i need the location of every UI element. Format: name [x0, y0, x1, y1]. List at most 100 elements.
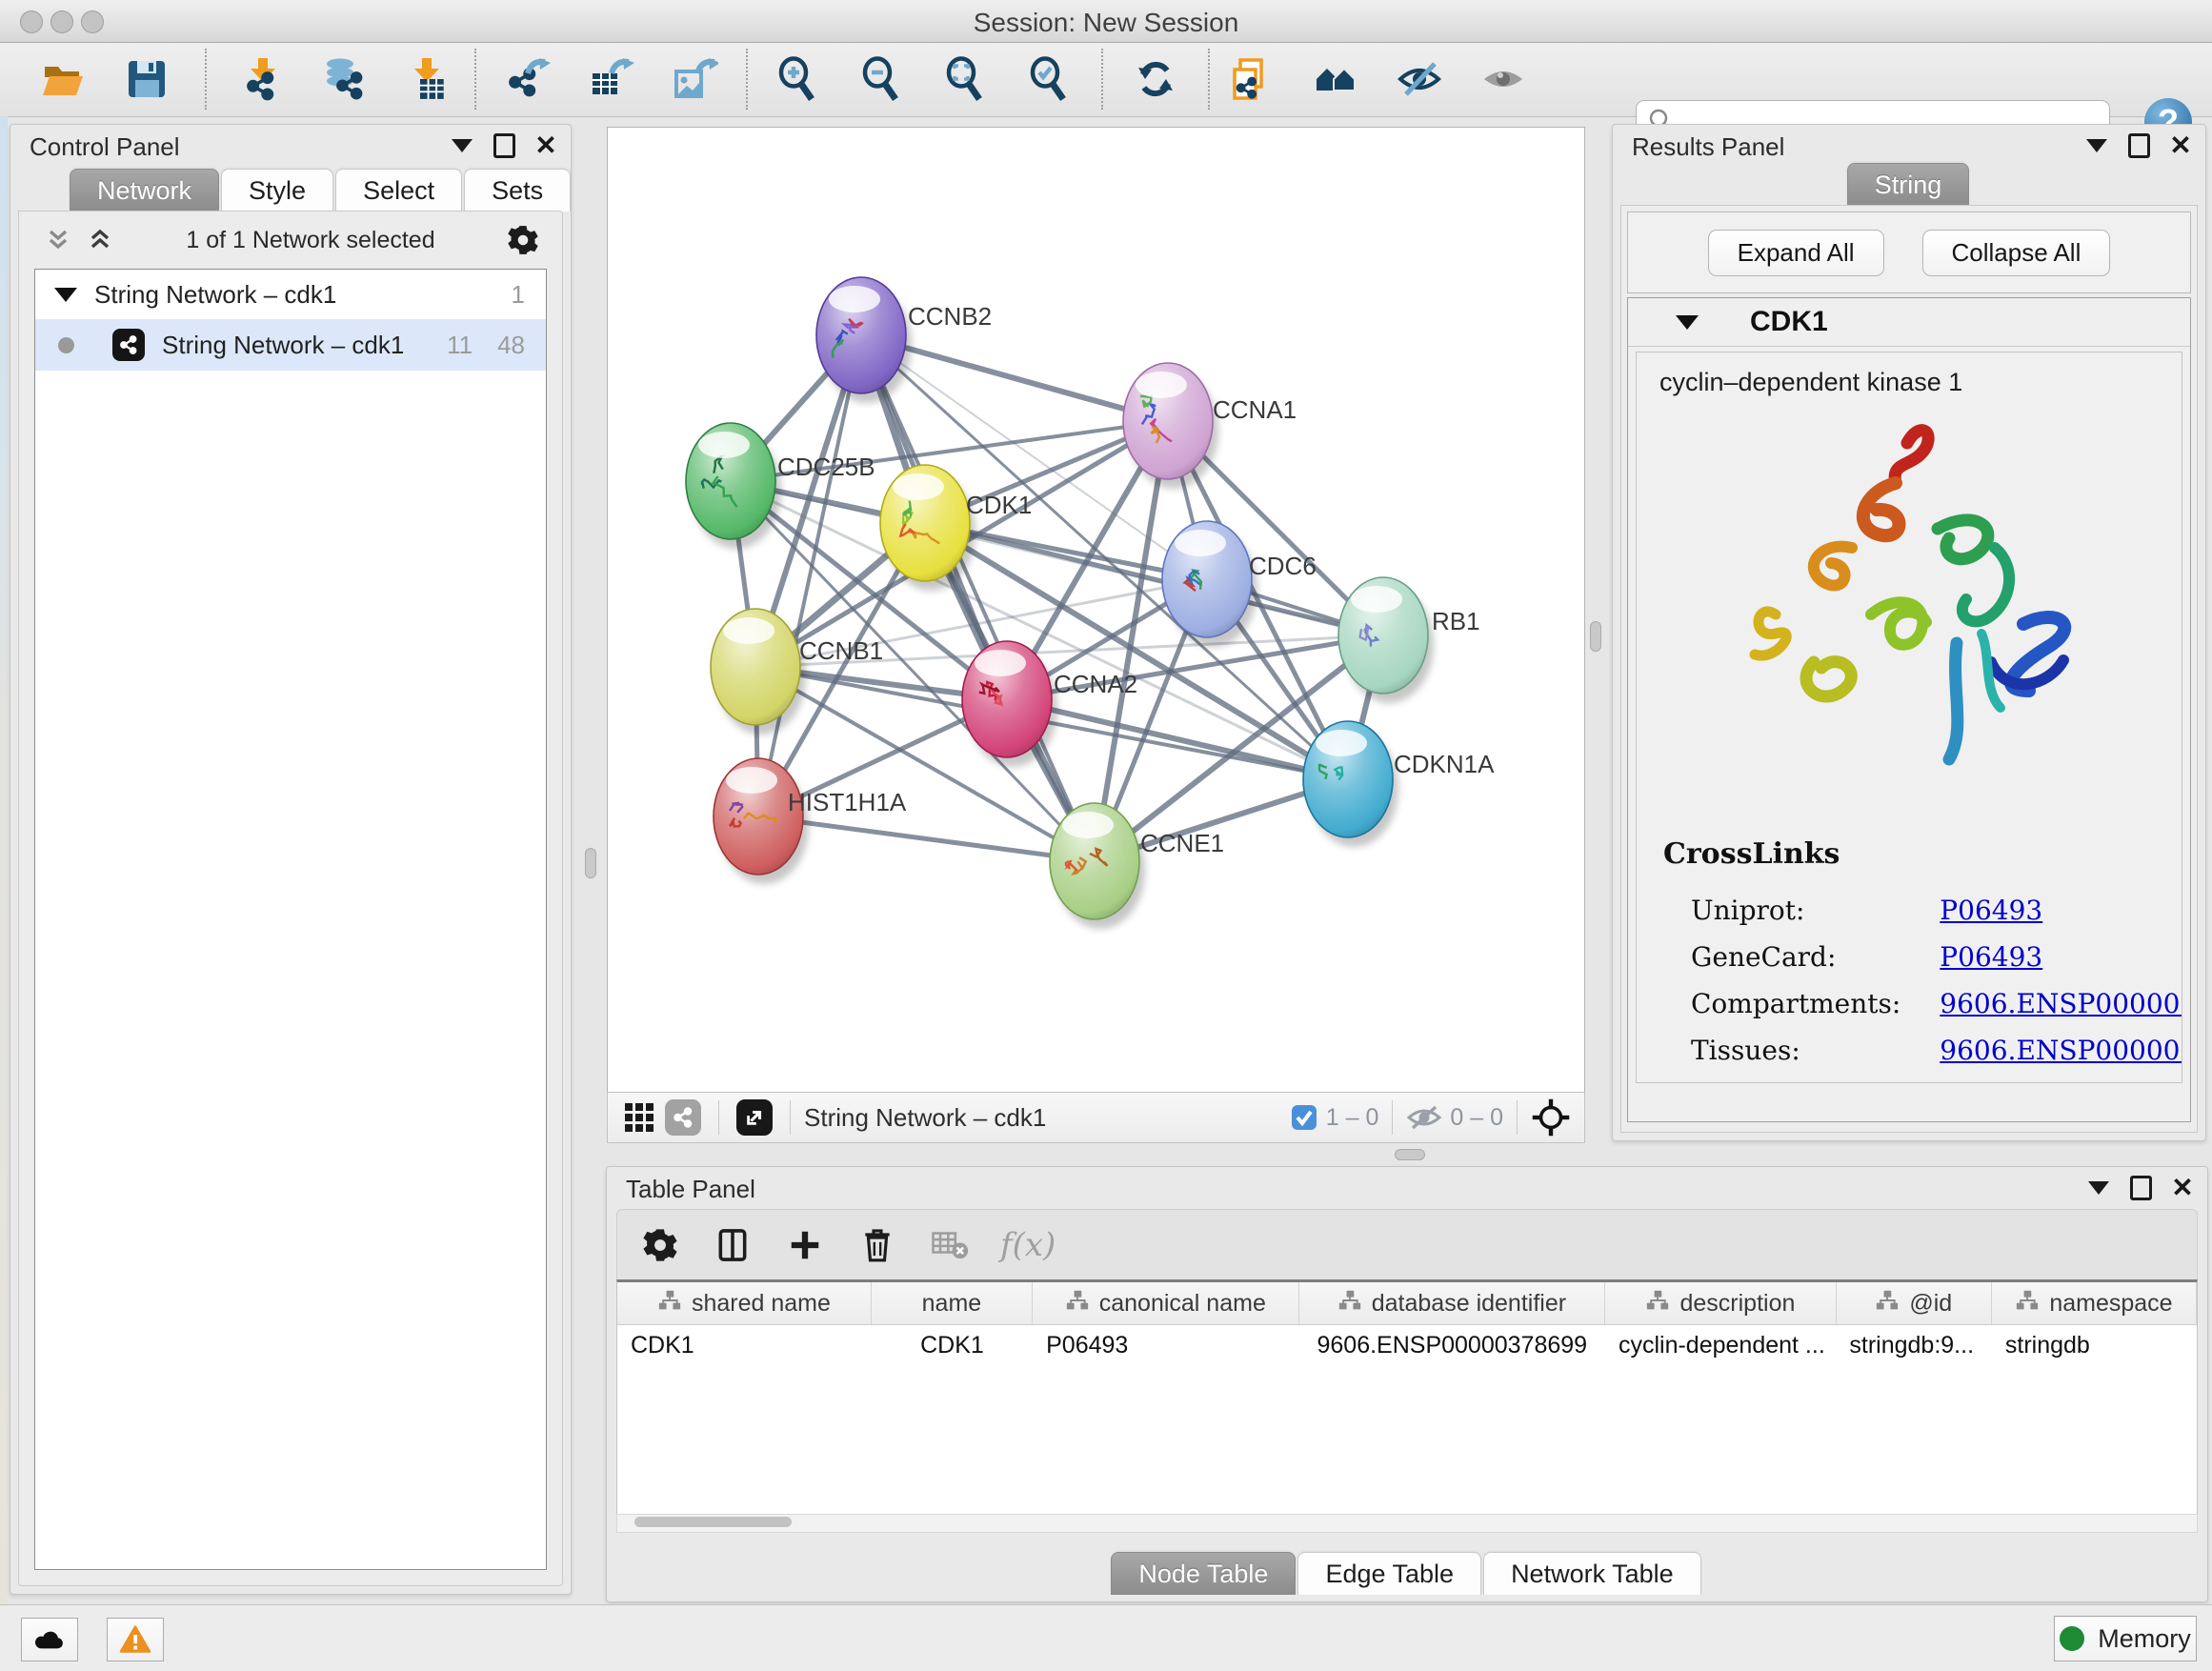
- copy-network-button[interactable]: [1227, 54, 1277, 104]
- cloud-button[interactable]: [21, 1618, 78, 1661]
- crosslink-link[interactable]: 9606.ENSP00000378699: [1940, 988, 2182, 1019]
- control-panel-maximize-button[interactable]: [493, 134, 515, 157]
- protein-structure-image: [1709, 405, 2109, 815]
- table-cell: stringdb:9...: [1836, 1325, 1991, 1365]
- gene-collapse-icon[interactable]: [1676, 315, 1699, 330]
- network-view-title: String Network – cdk1: [804, 1103, 1046, 1133]
- memory-button[interactable]: Memory: [2054, 1616, 2197, 1661]
- results-panel-close-button[interactable]: ✕: [2169, 134, 2192, 157]
- crosslink-link[interactable]: 9606.ENSP00000378699: [1940, 1035, 2182, 1066]
- column-header-description[interactable]: description: [1605, 1282, 1836, 1324]
- network-options-gear-icon[interactable]: [507, 224, 539, 256]
- column-header-name[interactable]: name: [872, 1282, 1033, 1324]
- warnings-button[interactable]: [107, 1618, 164, 1661]
- first-neighbors-button[interactable]: [1311, 54, 1360, 104]
- node-label-CDKN1A: CDKN1A: [1394, 750, 1495, 778]
- tab-style[interactable]: Style: [221, 169, 333, 211]
- table-panel: Table Panel ✕ f(x): [606, 1166, 2208, 1602]
- column-header-shared-name[interactable]: shared name: [617, 1282, 872, 1324]
- horizontal-splitter-grip[interactable]: [1395, 1149, 1425, 1160]
- toolbar-separator: [1208, 49, 1210, 110]
- node-CDC6[interactable]: [1162, 521, 1257, 647]
- node-RB1[interactable]: [1338, 577, 1434, 703]
- edge-CCNB2-HIST1H1A[interactable]: [758, 335, 861, 816]
- delete-table-icon: [928, 1223, 972, 1267]
- column-header--id[interactable]: @id: [1837, 1282, 1992, 1324]
- show-columns-icon[interactable]: [711, 1223, 754, 1267]
- edge-CCNA2-CDKN1A[interactable]: [1007, 699, 1348, 779]
- node-label-RB1: RB1: [1432, 607, 1480, 635]
- node-CCNE1[interactable]: [1050, 803, 1145, 929]
- table-panel-maximize-button[interactable]: [2129, 1177, 2152, 1199]
- export-network-button[interactable]: [503, 54, 553, 104]
- tab-network[interactable]: Network: [70, 169, 219, 211]
- apply-layout-button[interactable]: [1131, 54, 1180, 104]
- tab-sets[interactable]: Sets: [464, 169, 571, 211]
- crosslink-row: GeneCard:P06493: [1690, 940, 2182, 974]
- export-table-button[interactable]: [587, 54, 636, 104]
- node-CDKN1A[interactable]: [1303, 721, 1398, 847]
- crosslink-link[interactable]: P06493: [1940, 941, 2042, 973]
- table-panel-close-button[interactable]: ✕: [2171, 1177, 2194, 1199]
- expand-all-button[interactable]: Expand All: [1708, 230, 1884, 276]
- column-header-canonical-name[interactable]: canonical name: [1033, 1282, 1299, 1324]
- node-CDK1[interactable]: [880, 465, 975, 591]
- collapse-all-networks-icon[interactable]: [44, 226, 72, 254]
- left-splitter-grip[interactable]: [585, 848, 596, 878]
- table-options-gear-icon[interactable]: [638, 1223, 682, 1267]
- collection-collapse-icon[interactable]: [54, 288, 77, 302]
- tab-string[interactable]: String: [1847, 163, 1970, 206]
- table-row[interactable]: CDK1CDK1P064939606.ENSP00000378699cyclin…: [617, 1325, 2197, 1365]
- show-graphics-details-button[interactable]: [1478, 54, 1528, 104]
- selected-checkbox-icon[interactable]: [1290, 1103, 1318, 1132]
- node-CCNB1[interactable]: [711, 609, 806, 735]
- fit-selected-crosshair-icon[interactable]: [1531, 1097, 1571, 1137]
- crosslink-link[interactable]: P06493: [1940, 895, 2042, 926]
- create-column-plus-icon[interactable]: [783, 1223, 827, 1267]
- import-database-icon: [321, 56, 367, 102]
- edge-HIST1H1A-CCNE1[interactable]: [758, 816, 1095, 861]
- column-header-namespace[interactable]: namespace: [1992, 1282, 2197, 1324]
- node-CCNA2[interactable]: [962, 641, 1057, 767]
- import-table-button[interactable]: [403, 54, 452, 104]
- node-HIST1H1A[interactable]: [714, 758, 809, 884]
- control-panel-close-button[interactable]: ✕: [534, 134, 557, 157]
- tab-node-table[interactable]: Node Table: [1111, 1552, 1296, 1595]
- network-collection-row[interactable]: String Network – cdk1 1: [35, 270, 546, 319]
- table-horizontal-scrollbar[interactable]: [616, 1514, 2198, 1533]
- results-panel-maximize-button[interactable]: [2127, 134, 2150, 157]
- zoom-selected-button[interactable]: [1024, 54, 1074, 104]
- import-network-file-button[interactable]: [235, 54, 285, 104]
- node-label-CCNB1: CCNB1: [799, 636, 883, 665]
- gene-details-box: CDK1 cyclin–dependent kinase 1: [1627, 297, 2191, 1122]
- network-canvas[interactable]: CCNB2CCNA1CDC25BCDK1CDC6RB1CCNB1CCNA2CDK…: [607, 127, 1585, 1093]
- node-CCNB2[interactable]: [816, 277, 912, 403]
- results-panel-float-button[interactable]: [2085, 134, 2108, 157]
- string-view-button[interactable]: [661, 1096, 705, 1139]
- tab-edge-table[interactable]: Edge Table: [1297, 1552, 1481, 1595]
- save-session-button[interactable]: [122, 54, 171, 104]
- table-cell: CDK1: [617, 1325, 872, 1365]
- birds-eye-view-button[interactable]: [617, 1096, 661, 1139]
- zoom-fit-button[interactable]: [940, 54, 990, 104]
- hide-graphics-details-button[interactable]: [1395, 54, 1444, 104]
- open-in-window-button[interactable]: [733, 1096, 776, 1139]
- expand-all-networks-icon[interactable]: [86, 226, 114, 254]
- table-panel-float-button[interactable]: [2087, 1177, 2110, 1199]
- zoom-in-button[interactable]: [773, 54, 822, 104]
- import-network-database-button[interactable]: [319, 54, 369, 104]
- control-panel-float-button[interactable]: [451, 134, 473, 157]
- collapse-all-button[interactable]: Collapse All: [1922, 230, 2111, 276]
- network-row[interactable]: String Network – cdk1 11 48: [35, 319, 546, 371]
- column-header-database-identifier[interactable]: database identifier: [1299, 1282, 1606, 1324]
- delete-column-trash-icon[interactable]: [855, 1223, 899, 1267]
- export-image-button[interactable]: [671, 54, 720, 104]
- zoom-out-button[interactable]: [856, 54, 906, 104]
- edge-CCNB2-CCNE1[interactable]: [861, 335, 1095, 861]
- open-session-button[interactable]: [38, 54, 88, 104]
- tab-select[interactable]: Select: [335, 169, 462, 211]
- crosslink-link[interactable]: P06493: [1940, 1081, 2042, 1083]
- right-splitter-grip[interactable]: [1590, 621, 1601, 652]
- zoom-fit-icon: [942, 56, 988, 102]
- tab-network-table[interactable]: Network Table: [1483, 1552, 1701, 1595]
